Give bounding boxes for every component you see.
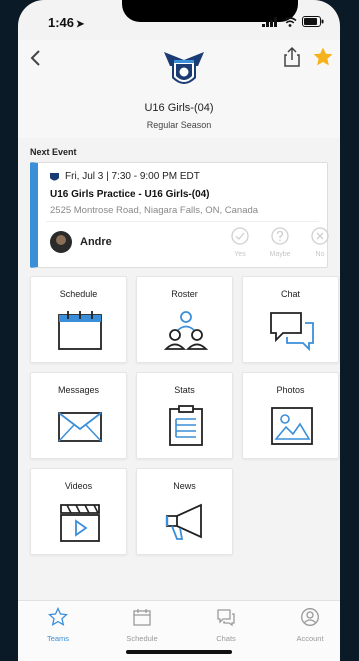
rsvp-yes-label: Yes (234, 251, 246, 258)
tab-schedule[interactable]: Schedule (110, 607, 174, 643)
tile-photos[interactable]: Photos (242, 372, 339, 459)
home-indicator[interactable] (126, 650, 232, 654)
chat-bubbles-icon (270, 312, 314, 351)
team-logo (164, 52, 204, 84)
status-icons (262, 16, 324, 27)
rsvp-no-label: No (315, 251, 325, 258)
event-datetime: Fri, Jul 3 | 7:30 - 9:00 PM EDT (65, 171, 200, 182)
app-screen: 1:46 ➤ U16 Girls-(04) Regular Season Next… (18, 0, 340, 661)
rsvp-maybe-button[interactable]: Maybe (264, 227, 296, 258)
tab-label: Schedule (126, 634, 158, 643)
rsvp-no-button[interactable]: No (304, 227, 336, 258)
tile-stats[interactable]: Stats (136, 372, 233, 459)
tab-teams[interactable]: Teams (26, 606, 90, 643)
tile-roster[interactable]: Roster (136, 276, 233, 363)
tile-videos[interactable]: Videos (30, 468, 127, 555)
tile-label: Stats (174, 385, 195, 395)
event-address: 2525 Montrose Road, Niagara Falls, ON, C… (50, 205, 259, 216)
envelope-icon (58, 412, 102, 442)
user-circle-icon (301, 608, 319, 626)
tile-label: Photos (276, 385, 305, 395)
calendar-icon (133, 609, 151, 626)
team-name: U16 Girls-(04) (144, 102, 214, 114)
tile-news[interactable]: News (136, 468, 233, 555)
team-badge-icon (50, 172, 59, 180)
season-label: Regular Season (146, 120, 212, 130)
chat-icon (217, 609, 235, 627)
people-icon (163, 311, 209, 350)
tab-label: Account (296, 634, 324, 643)
battery-icon (302, 16, 324, 27)
tab-label: Teams (46, 634, 70, 643)
event-title: U16 Girls Practice - U16 Girls-(04) (50, 189, 210, 200)
question-circle-icon (271, 227, 289, 245)
tile-messages[interactable]: Messages (30, 372, 127, 459)
status-time: 1:46 ➤ (48, 15, 85, 30)
clipboard-icon (169, 405, 203, 446)
tile-schedule[interactable]: Schedule (30, 276, 127, 363)
attendee-name: Andre (80, 236, 112, 248)
tab-chats[interactable]: Chats (194, 607, 258, 643)
share-icon[interactable] (282, 46, 302, 68)
wifi-icon (283, 16, 297, 27)
calendar-icon (58, 311, 102, 350)
favorite-star-icon[interactable] (312, 46, 334, 68)
megaphone-icon (165, 503, 202, 540)
tile-label: Messages (57, 385, 100, 395)
tab-label: Chats (216, 634, 236, 643)
divider (46, 221, 319, 222)
tile-label: Chat (280, 289, 300, 299)
tile-label: News (173, 481, 196, 491)
tile-chat[interactable]: Chat (242, 276, 339, 363)
image-icon (271, 407, 313, 445)
clapperboard-icon (60, 504, 100, 542)
check-circle-icon (231, 227, 249, 245)
rsvp-maybe-label: Maybe (269, 251, 291, 258)
event-datetime-row: Fri, Jul 3 | 7:30 - 9:00 PM EDT (50, 171, 200, 182)
next-event-card[interactable]: Fri, Jul 3 | 7:30 - 9:00 PM EDT U16 Girl… (30, 162, 329, 268)
rsvp-yes-button[interactable]: Yes (224, 227, 256, 258)
next-event-heading: Next Event (30, 147, 77, 157)
signal-icon (262, 16, 277, 27)
team-header: U16 Girls-(04) Regular Season (18, 40, 340, 138)
location-arrow-icon: ➤ (76, 19, 85, 30)
avatar (50, 231, 72, 253)
tile-label: Schedule (59, 289, 98, 299)
event-attendee: Andre (50, 231, 112, 253)
tile-label: Roster (171, 289, 198, 299)
back-arrow-icon[interactable] (26, 48, 46, 68)
x-circle-icon (311, 227, 329, 245)
tab-account[interactable]: Account (278, 607, 340, 643)
star-outline-icon (47, 606, 69, 627)
tile-label: Videos (64, 481, 93, 491)
